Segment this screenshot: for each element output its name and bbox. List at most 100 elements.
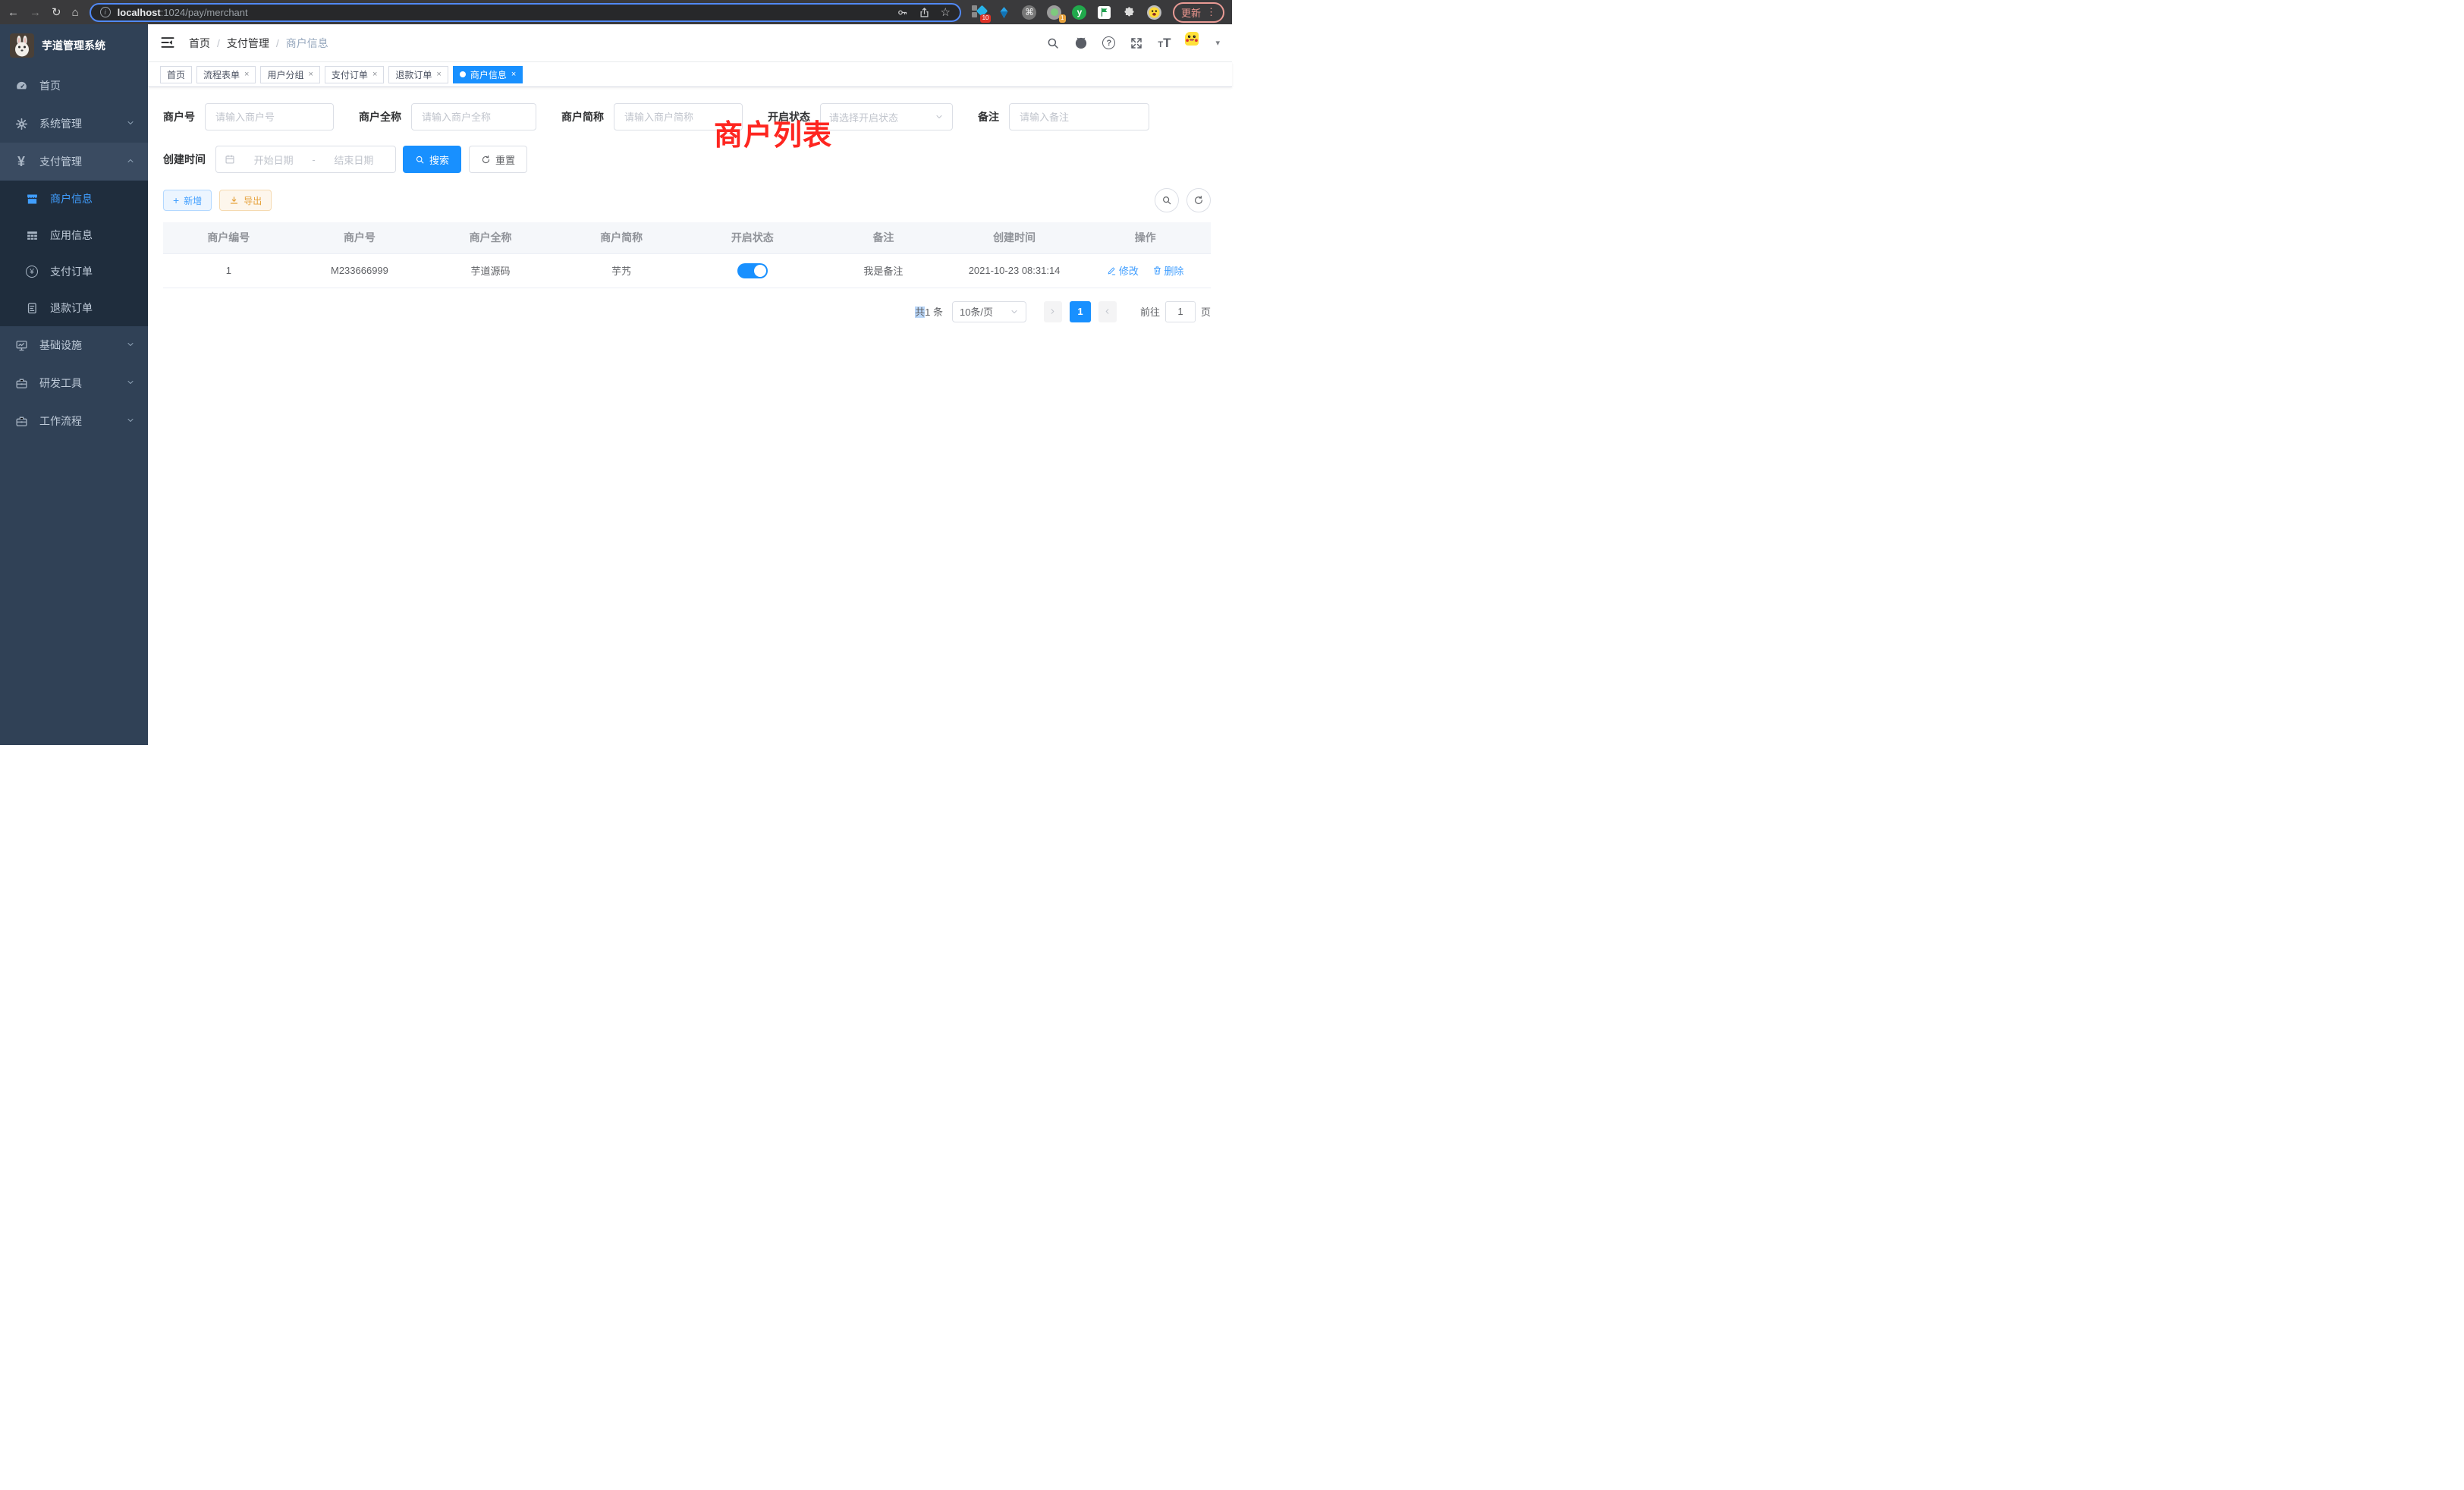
tab-process-form[interactable]: 流程表单 × [196, 66, 256, 83]
reset-button[interactable]: 重置 [469, 146, 527, 173]
close-icon[interactable]: × [436, 70, 441, 79]
filter-full-name: 商户全称 [359, 103, 536, 130]
filter-row-1: 商户号 商户全称 商户简称 开启状态 请选择开启状态 [163, 103, 1211, 130]
close-icon[interactable]: × [244, 70, 249, 79]
status-toggle[interactable] [737, 263, 768, 278]
yen-glyph: ¥ [26, 266, 38, 278]
bookmark-star-icon[interactable]: ☆ [941, 5, 951, 19]
extension-smiley-icon[interactable] [1147, 5, 1162, 20]
avatar[interactable] [1185, 32, 1208, 55]
page-1-button[interactable]: 1 [1070, 301, 1091, 322]
search-icon [415, 155, 425, 165]
trash-icon [1152, 266, 1162, 275]
next-page-button[interactable] [1098, 301, 1117, 322]
browser-forward-button[interactable]: → [30, 7, 41, 18]
share-icon[interactable] [919, 7, 930, 18]
document-icon [24, 302, 40, 315]
merchant-no-input[interactable] [205, 103, 334, 130]
remark-input[interactable] [1009, 103, 1149, 130]
extension-flag-icon[interactable] [1097, 5, 1112, 20]
browser-menu-icon[interactable]: ⋮ [1206, 6, 1216, 18]
browser-back-button[interactable]: ← [8, 7, 19, 18]
close-icon[interactable]: × [372, 70, 377, 79]
close-icon[interactable]: × [511, 70, 516, 79]
add-label: 新增 [184, 194, 202, 207]
sidebar-item-home[interactable]: 首页 [0, 67, 148, 105]
address-bar[interactable]: i localhost:1024/pay/merchant ☆ [90, 3, 961, 22]
font-size-icon[interactable]: TT [1158, 36, 1171, 49]
sidebar-item-payment[interactable]: ¥ 支付管理 [0, 143, 148, 181]
sidebar-item-merchant-info[interactable]: 商户信息 [0, 181, 148, 217]
chevron-down-icon [126, 339, 135, 351]
short-name-label: 商户简称 [561, 109, 604, 124]
sidebar-item-workflow[interactable]: 工作流程 [0, 402, 148, 440]
tab-label: 商户信息 [470, 68, 507, 81]
export-button[interactable]: 导出 [219, 190, 272, 211]
app-logo[interactable]: 芋道管理系统 [0, 24, 148, 67]
search-button[interactable]: 搜索 [403, 146, 461, 173]
y-logo-icon: y [1072, 5, 1086, 20]
total-number: 1 [925, 306, 930, 318]
extension-green-dot-icon[interactable]: 1 [1047, 5, 1062, 20]
help-icon[interactable]: ? [1102, 36, 1115, 49]
avatar-caret-icon[interactable]: ▾ [1215, 38, 1220, 48]
filter-create-time: 创建时间 开始日期 - 结束日期 [163, 146, 396, 173]
extensions-puzzle-icon[interactable] [1122, 5, 1137, 20]
payment-submenu: 商户信息 应用信息 ¥ 支付订单 退款订单 [0, 181, 148, 326]
breadcrumb-home[interactable]: 首页 [189, 36, 210, 51]
close-icon[interactable]: × [308, 70, 313, 79]
header-search-icon[interactable] [1046, 36, 1060, 50]
col-merchant-id: 商户编号 [163, 222, 294, 253]
show-search-toggle-button[interactable] [1155, 188, 1179, 212]
page-size-select[interactable]: 10条/页 [952, 301, 1026, 322]
pencil-icon [1107, 266, 1117, 275]
sidebar-item-infrastructure[interactable]: 基础设施 [0, 326, 148, 364]
sidebar-item-refund-order[interactable]: 退款订单 [0, 290, 148, 326]
browser-reload-button[interactable]: ↻ [52, 7, 61, 18]
github-icon[interactable] [1074, 36, 1088, 50]
sidebar-item-label: 工作流程 [39, 413, 82, 429]
password-key-icon[interactable] [897, 7, 908, 18]
cell-merchant-id: 1 [163, 253, 294, 288]
short-name-input[interactable] [614, 103, 743, 130]
sidebar-item-app-info[interactable]: 应用信息 [0, 217, 148, 253]
edit-link[interactable]: 修改 [1107, 263, 1139, 278]
extension-kite-icon[interactable] [997, 5, 1012, 20]
sidebar-item-system[interactable]: 系统管理 [0, 105, 148, 143]
prev-page-button[interactable] [1044, 301, 1062, 322]
filter-merchant-no: 商户号 [163, 103, 334, 130]
sidebar-item-pay-order[interactable]: ¥ 支付订单 [0, 253, 148, 290]
table-row: 1 M233666999 芋道源码 芋艿 我是备注 2021-10-23 08:… [163, 253, 1211, 288]
sidebar-collapse-icon[interactable] [160, 35, 177, 52]
tab-label: 流程表单 [203, 68, 240, 81]
extension-diamond-icon[interactable]: 10 [972, 5, 987, 20]
col-actions: 操作 [1080, 222, 1211, 253]
extension-command-icon[interactable]: ⌘ [1022, 5, 1037, 20]
col-full-name: 商户全称 [425, 222, 556, 253]
site-info-icon[interactable]: i [100, 7, 111, 17]
filter-short-name: 商户简称 [561, 103, 743, 130]
url-path: :1024/pay/merchant [161, 7, 248, 18]
page-suffix: 页 [1201, 304, 1211, 319]
tab-user-group[interactable]: 用户分组× [260, 66, 319, 83]
tab-refund-order[interactable]: 退款订单× [388, 66, 448, 83]
breadcrumb-current: 商户信息 [286, 36, 328, 51]
full-name-input[interactable] [411, 103, 536, 130]
add-button[interactable]: + 新增 [163, 190, 212, 211]
refresh-table-button[interactable] [1186, 188, 1211, 212]
extension-y-icon[interactable]: y [1072, 5, 1087, 20]
sidebar: 芋道管理系统 首页 系统管理 ¥ 支付管理 商户信息 应用信息 [0, 24, 148, 745]
tab-pay-order[interactable]: 支付订单× [325, 66, 384, 83]
fullscreen-icon[interactable] [1130, 36, 1143, 50]
tab-home[interactable]: 首页 [160, 66, 192, 83]
date-range-picker[interactable]: 开始日期 - 结束日期 [215, 146, 396, 173]
status-select[interactable]: 请选择开启状态 [820, 103, 953, 130]
tab-merchant-info[interactable]: 商户信息 × [453, 66, 523, 83]
total-suffix: 条 [933, 306, 943, 318]
delete-link[interactable]: 删除 [1152, 263, 1184, 278]
chrome-update-button[interactable]: 更新 ⋮ [1173, 2, 1224, 23]
sidebar-item-dev-tools[interactable]: 研发工具 [0, 364, 148, 402]
goto-page-input[interactable] [1165, 301, 1196, 322]
browser-home-button[interactable]: ⌂ [72, 7, 79, 18]
toolbox-icon [13, 377, 30, 390]
